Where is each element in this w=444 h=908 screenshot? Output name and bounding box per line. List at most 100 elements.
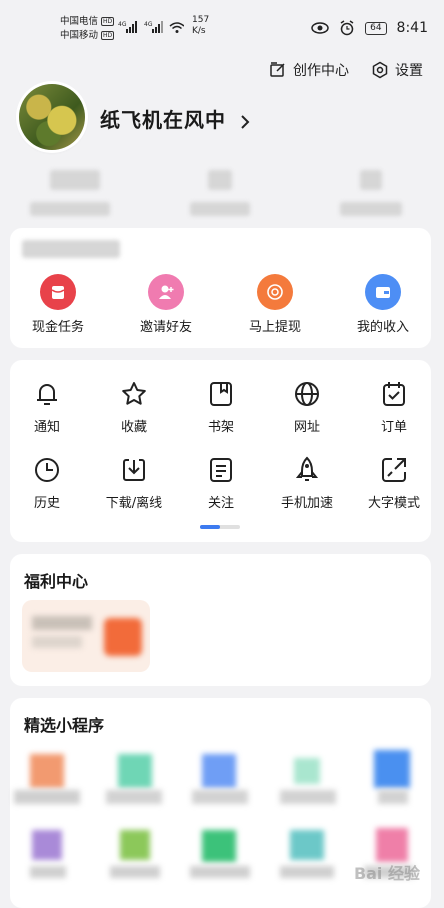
speed-unit: K/s [192, 26, 206, 36]
carrier-info: 中国电信 HD 中国移动 HD [60, 15, 115, 43]
mini-program-label-blurred [280, 866, 334, 878]
mini-program-icon[interactable] [294, 758, 320, 784]
follow-label: 关注 [207, 496, 234, 511]
status-bar: 中国电信 HD 中国移动 HD 4G 4G 157 K/s 64 8:41 [0, 0, 444, 56]
username: 纸飞机在风中 [100, 108, 226, 132]
mini-program-icon[interactable] [290, 830, 324, 860]
watermark: Bai 经验 [353, 864, 420, 883]
mini-program-label-blurred [30, 866, 66, 878]
carrier-1: 中国电信 [60, 16, 99, 27]
alarm-icon [340, 20, 354, 36]
download-icon [123, 459, 145, 481]
mini-program-icon[interactable] [120, 830, 150, 860]
creator-center-label: 创作中心 [293, 63, 349, 79]
signal-icons: 4G 4G [118, 18, 185, 39]
gear-icon [372, 61, 388, 79]
orders-label: 订单 [380, 420, 407, 435]
large-text-icon [382, 458, 406, 482]
speed-value: 157 [192, 15, 210, 25]
withdraw-coin-icon [257, 274, 293, 310]
mini-program-icon[interactable] [118, 754, 152, 788]
notifications-button[interactable]: 通知 [4, 380, 90, 435]
mini-program-label-blurred [378, 790, 408, 804]
page-indicator-active [200, 525, 220, 529]
stat-label-blurred [190, 202, 250, 216]
notifications-label: 通知 [33, 420, 60, 435]
withdraw-button[interactable]: 马上提现 [232, 274, 318, 335]
status-right: 64 8:41 [311, 20, 428, 36]
stat-label-blurred [30, 202, 110, 216]
mini-program-icon[interactable] [202, 830, 236, 862]
chevron-right-icon [241, 114, 250, 129]
battery-icon: 64 [365, 21, 387, 35]
welfare-text-blurred [32, 616, 92, 630]
orders-button[interactable]: 订单 [351, 380, 437, 435]
welfare-banner[interactable] [22, 600, 150, 672]
creator-center-link[interactable]: 创作中心 [269, 60, 349, 80]
earnings-header-blurred [22, 240, 120, 258]
phone-boost-label: 手机加速 [280, 496, 333, 511]
eye-icon [311, 22, 329, 34]
mini-program-icon[interactable] [202, 754, 236, 788]
welfare-image-blurred [104, 618, 142, 656]
cash-task-label: 现金任务 [31, 320, 84, 335]
mini-program-label-blurred [190, 866, 250, 878]
clock-icon [35, 458, 59, 482]
history-button[interactable]: 历史 [4, 456, 90, 511]
stat-value-blurred [208, 170, 232, 190]
websites-label: 网址 [293, 420, 320, 435]
settings-link[interactable]: 设置 [371, 60, 423, 80]
bookshelf-button[interactable]: 书架 [178, 380, 264, 435]
net-type-1: 4G [118, 21, 127, 28]
signal-strength-icon: 4G 4G [118, 21, 185, 33]
mini-program-icon[interactable] [374, 750, 410, 788]
wallet-icon [365, 274, 401, 310]
invite-user-icon [148, 274, 184, 310]
welfare-text-blurred [32, 636, 82, 648]
download-label: 下载/离线 [105, 496, 163, 511]
mini-program-label-blurred [14, 790, 80, 804]
hd-badge: HD [101, 17, 115, 26]
cash-task-button[interactable]: 现金任务 [15, 274, 101, 335]
bell-icon [37, 384, 57, 405]
mini-program-label-blurred [110, 866, 160, 878]
websites-button[interactable]: 网址 [264, 380, 350, 435]
globe-icon [295, 382, 319, 406]
hd-badge: HD [101, 31, 115, 40]
username-row[interactable]: 纸飞机在风中 [100, 104, 252, 133]
stat-value-blurred [50, 170, 100, 190]
rocket-icon [295, 456, 319, 481]
stat-label-blurred [340, 202, 402, 216]
follow-doc-icon [210, 458, 232, 482]
welfare-card: 福利中心 [10, 554, 431, 686]
withdraw-label: 马上提现 [248, 320, 301, 335]
invite-friends-button[interactable]: 邀请好友 [123, 274, 209, 335]
star-icon [122, 382, 146, 405]
mini-program-icon[interactable] [376, 828, 408, 862]
network-speed: 157 K/s [192, 15, 209, 37]
stat-value-blurred [360, 170, 382, 190]
favorites-label: 收藏 [120, 420, 147, 435]
red-envelope-icon [40, 274, 76, 310]
avatar[interactable] [19, 84, 85, 150]
mini-program-label-blurred [106, 790, 162, 804]
bookshelf-icon [210, 382, 232, 406]
large-text-mode-button[interactable]: 大字模式 [351, 456, 437, 511]
mini-programs-title: 精选小程序 [24, 716, 105, 735]
earnings-card: 现金任务 邀请好友 马上提现 我的收入 [10, 228, 431, 348]
mini-program-icon[interactable] [32, 830, 62, 860]
clock-time: 8:41 [396, 20, 428, 36]
edit-icon [270, 62, 285, 77]
mini-program-label-blurred [192, 790, 248, 804]
invite-friends-label: 邀请好友 [139, 320, 192, 335]
download-button[interactable]: 下载/离线 [91, 456, 177, 511]
favorites-button[interactable]: 收藏 [91, 380, 177, 435]
phone-boost-button[interactable]: 手机加速 [264, 456, 350, 511]
bookshelf-label: 书架 [207, 420, 234, 435]
order-icon [383, 382, 405, 406]
mini-program-icon[interactable] [30, 754, 64, 788]
follow-button[interactable]: 关注 [178, 456, 264, 511]
settings-label: 设置 [395, 63, 423, 79]
my-income-button[interactable]: 我的收入 [340, 274, 426, 335]
page-indicator [200, 525, 240, 529]
